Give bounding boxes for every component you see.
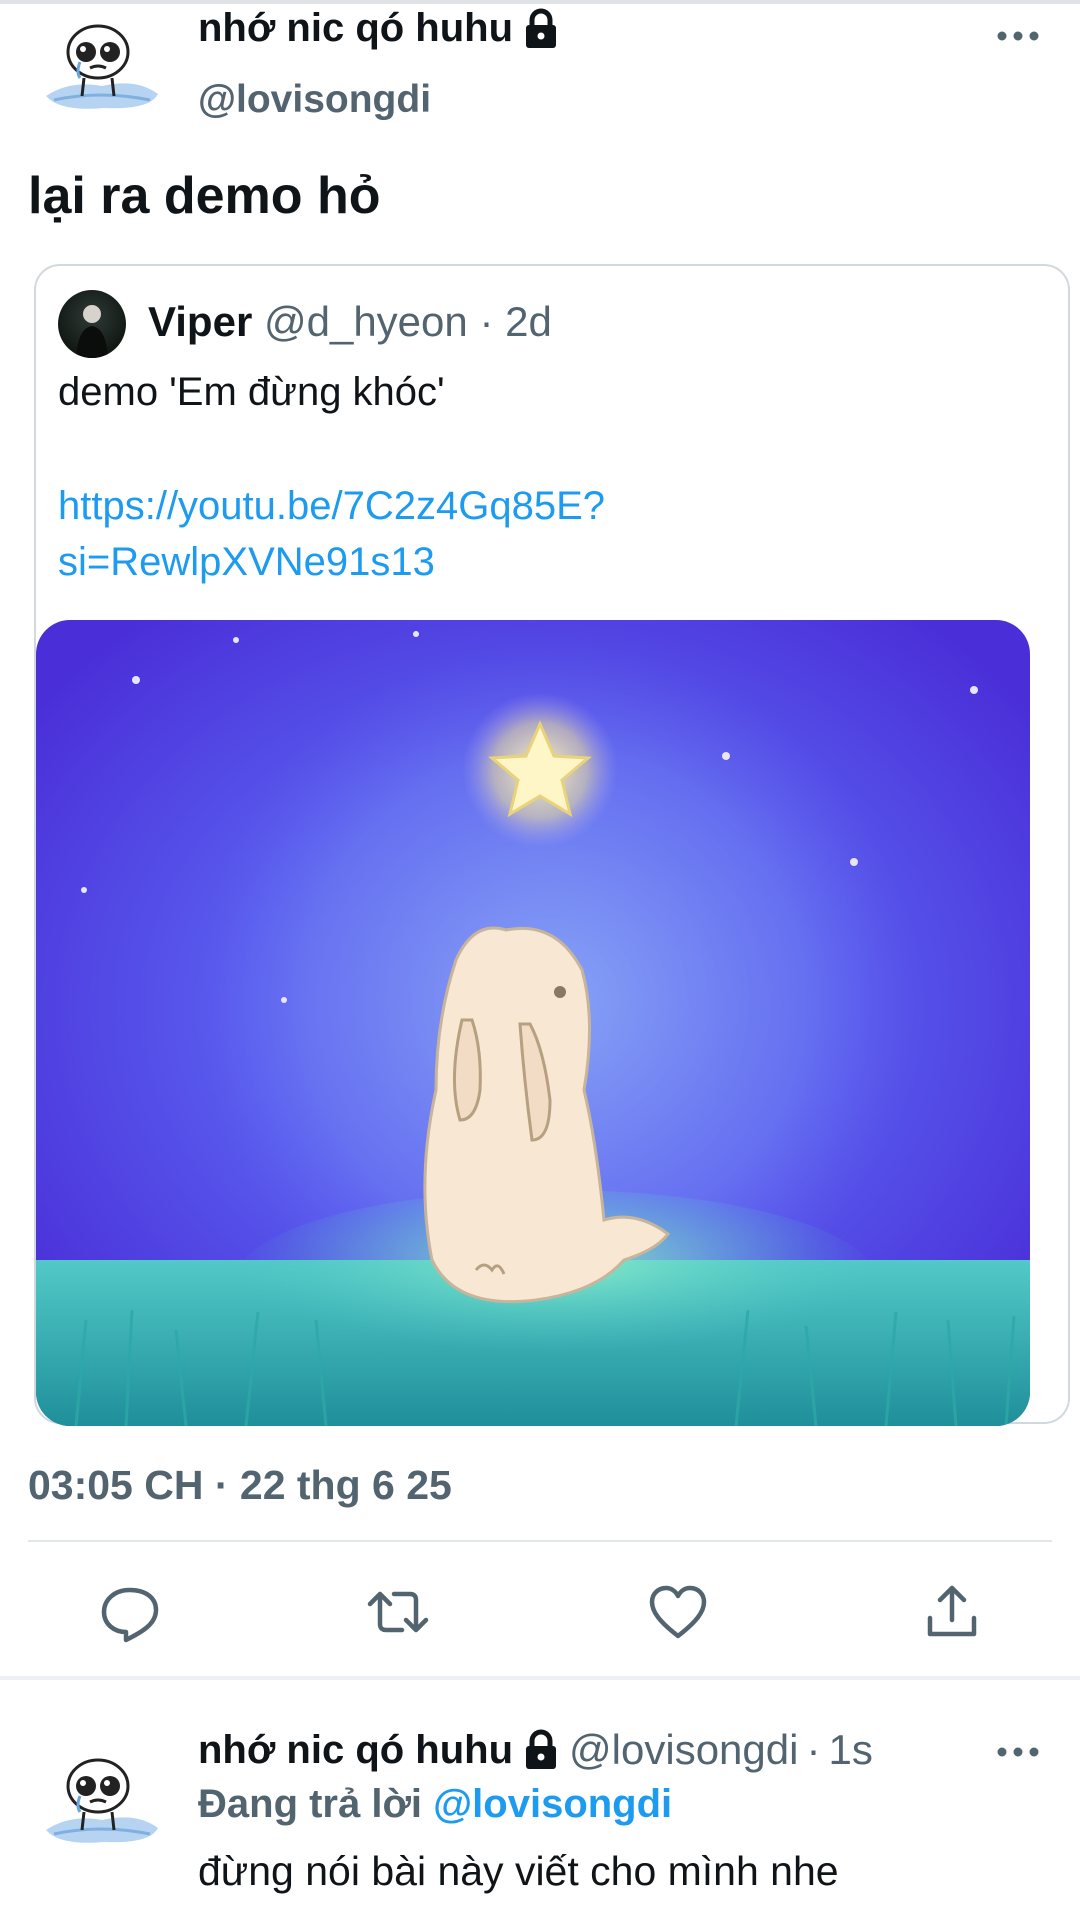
bunny-star-illustration (36, 620, 1030, 1426)
quoted-header: Viper @d_hyeon · 2d (148, 298, 552, 346)
crying-doodle-avatar-icon (46, 24, 158, 109)
section-divider (0, 1676, 1080, 1680)
quoted-author-name[interactable]: Viper (148, 298, 252, 345)
more-dots-icon (997, 1747, 1039, 1757)
reply-separator: · (806, 1726, 821, 1773)
reply-icon (101, 1587, 159, 1643)
replying-mention[interactable]: @lovisongdi (433, 1782, 672, 1826)
author-handle[interactable]: @lovisongdi (198, 78, 431, 122)
more-dots-icon (997, 31, 1039, 41)
quoted-separator: · (479, 298, 494, 345)
author-avatar[interactable] (40, 14, 164, 118)
like-button[interactable] (646, 1580, 710, 1644)
reply-header: nhớ nic qó huhu @lovisongdi · 1s (198, 1726, 873, 1774)
author-name-row[interactable]: nhớ nic qó huhu (198, 6, 561, 51)
person-photo-icon (76, 305, 108, 358)
quoted-author-handle[interactable]: @d_hyeon (264, 298, 468, 345)
quoted-link-line-2[interactable]: si=RewlpXVNe91s13 (58, 534, 605, 590)
crying-doodle-avatar-icon (46, 1758, 158, 1843)
top-divider (0, 0, 1080, 4)
quoted-media-image[interactable] (36, 620, 1030, 1426)
tweet-text: lại ra demo hỏ (28, 167, 381, 225)
reply-author-avatar[interactable] (40, 1748, 164, 1852)
quoted-text: demo 'Em đừng khóc' (58, 370, 445, 414)
tweet-timestamp[interactable]: 03:05 CH · 22 thg 6 25 (28, 1462, 452, 1509)
quoted-link[interactable]: https://youtu.be/7C2z4Gq85E? si=RewlpXVN… (58, 478, 605, 590)
quoted-author-avatar[interactable] (58, 290, 126, 358)
reply-button[interactable] (98, 1580, 162, 1644)
divider (28, 1540, 1052, 1542)
quoted-age: 2d (505, 298, 552, 345)
reply-author-name[interactable]: nhớ nic qó huhu (198, 1728, 513, 1773)
share-icon (927, 1585, 977, 1637)
share-button[interactable] (920, 1580, 984, 1644)
like-icon (649, 1585, 707, 1639)
reply-more-options-button[interactable] (990, 1730, 1046, 1770)
reply-author-handle[interactable]: @lovisongdi (569, 1726, 798, 1774)
reply-text: đừng nói bài này viết cho mình nhe (198, 1848, 839, 1894)
retweet-button[interactable] (366, 1580, 430, 1644)
replying-to-line: Đang trả lời @lovisongdi (198, 1782, 672, 1827)
lock-icon (526, 8, 557, 48)
replying-prefix: Đang trả lời (198, 1782, 423, 1826)
lock-icon (526, 1729, 557, 1769)
author-name: nhớ nic qó huhu (198, 6, 514, 50)
more-options-button[interactable] (990, 14, 1046, 54)
retweet-icon (367, 1591, 429, 1633)
reply-age: 1s (828, 1726, 873, 1773)
quoted-link-line-1[interactable]: https://youtu.be/7C2z4Gq85E? (58, 478, 605, 534)
